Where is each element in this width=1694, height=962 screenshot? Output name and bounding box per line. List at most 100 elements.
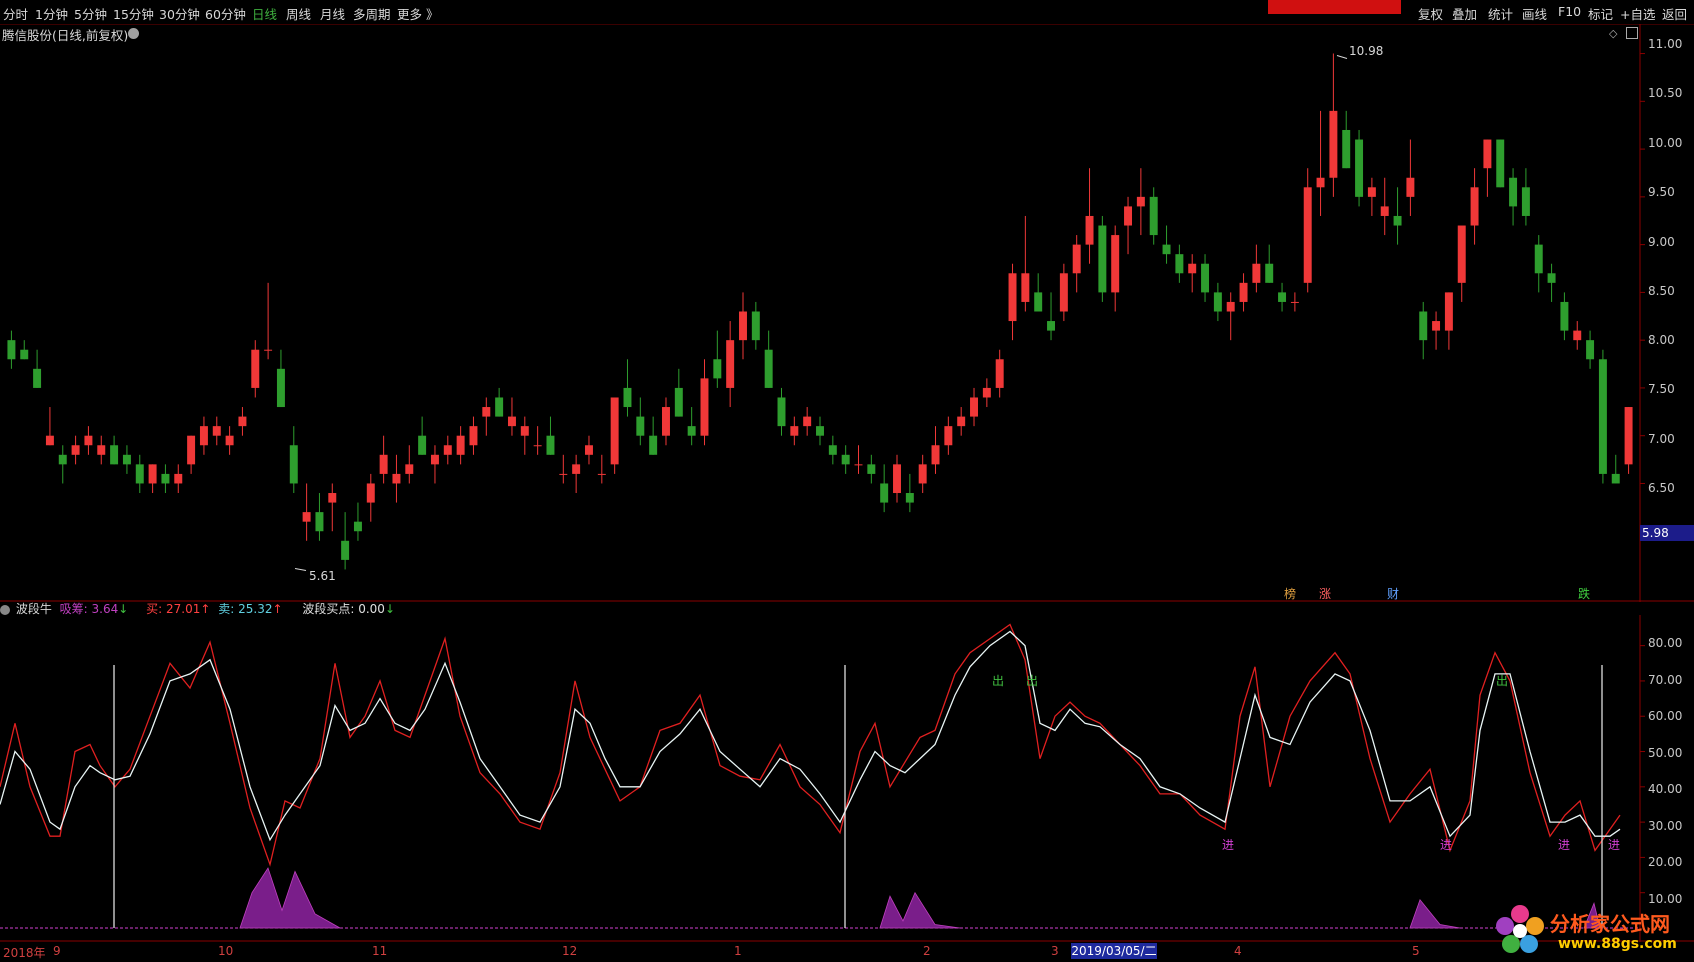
period-tab-60min[interactable]: 60分钟 [205,4,246,23]
candle-body [893,464,901,494]
sell-signal-label: 出 [1026,674,1039,688]
candle-body [1560,301,1569,331]
chip-accumulation-area [1409,898,1461,929]
candle-body [1213,292,1222,312]
period-tab-monthly[interactable]: 月线 [320,4,345,23]
restore-rights-button[interactable]: 复权 [1418,4,1443,23]
candle-body [405,464,414,474]
event-tag-rise[interactable]: 涨 [1319,585,1331,602]
candle [982,378,991,408]
candle [533,426,542,455]
candle-body [636,416,645,436]
date-label: 10 [218,944,234,958]
candle-body [739,311,747,341]
candle-body [816,426,824,436]
candle [1329,53,1338,197]
statistics-button[interactable]: 统计 [1488,4,1513,23]
candle [636,397,645,446]
candle [97,435,106,465]
candle-body [212,426,221,436]
candle-body [495,397,504,417]
period-tab-more[interactable]: 更多 》 [397,4,438,23]
candle-body [905,493,914,503]
candle-body [841,454,850,465]
candle [33,349,42,388]
period-tab-daily[interactable]: 日线 [252,4,277,23]
draw-line-button[interactable]: 画线 [1522,4,1547,23]
candle [1213,282,1222,322]
indicator-tick: 50.00 [1648,746,1683,760]
candle [584,435,593,465]
sell-signal-label: 出 [992,674,1005,688]
candle [1342,110,1351,169]
indicator-collapse-icon[interactable] [0,604,10,615]
site-logo: 分析家公式网 www.88gs.com [1492,902,1692,960]
candle-body [379,454,388,474]
candle-body [931,445,940,465]
add-watchlist-button[interactable]: +自选 [1620,4,1655,23]
buy-signal-label: 进 [1608,838,1621,852]
period-tab-15min[interactable]: 15分钟 [113,4,154,23]
candle [1393,187,1402,245]
candle-body [199,426,208,446]
period-tab-multi[interactable]: 多周期 [353,4,391,23]
candle-body [97,445,106,455]
sell-value: 卖: 25.32 [218,602,273,616]
buy-signal-label: 进 [1222,838,1235,852]
candle [1047,292,1056,341]
candle-body [341,540,350,560]
f10-button[interactable]: F10 [1558,4,1581,19]
candle-body [803,416,812,427]
wave-indicator-chart[interactable] [0,615,1694,942]
candle [507,397,516,436]
candle-body [777,397,786,427]
candle-body [726,340,735,388]
candle-body [1509,177,1518,207]
candle [495,387,504,417]
candle [20,340,29,360]
candle-body [507,416,516,427]
candle-body [790,426,799,436]
back-button[interactable]: 返回 [1662,4,1687,23]
candle [572,454,581,494]
candle [135,454,144,494]
candle-body [1342,129,1351,169]
event-tag-finance[interactable]: 财 [1387,585,1399,602]
candle [559,454,568,484]
candle [1367,177,1376,216]
period-tab-timeshare[interactable]: 分时 [3,4,28,23]
event-tag-fall[interactable]: 跌 [1578,585,1590,602]
low-marker [294,567,307,571]
overlay-button[interactable]: 叠加 [1452,4,1477,23]
mark-button[interactable]: 标记 [1588,4,1613,23]
candle-body [1278,292,1287,302]
candlestick-chart[interactable] [0,24,1694,602]
candle [1021,215,1030,312]
candle-body [623,387,632,408]
candle-body [1098,225,1107,293]
candle [1534,235,1543,293]
candle-body [1380,206,1389,216]
candle-body [1290,301,1299,303]
candle [199,416,208,455]
period-tab-30min[interactable]: 30分钟 [159,4,200,23]
candle [1136,168,1145,236]
candle-body [161,473,170,484]
period-tab-weekly[interactable]: 周线 [286,4,311,23]
candle [700,359,709,446]
candle-body [828,445,837,455]
candle [1278,282,1287,312]
period-tab-1min[interactable]: 1分钟 [35,4,68,23]
candle-body [584,445,593,455]
date-label: 3 [1051,944,1059,958]
price-tick: 8.50 [1648,284,1675,298]
candle [1149,187,1158,245]
candle-body [187,435,196,465]
indicator-tick: 80.00 [1648,636,1683,650]
candle-body [443,445,452,455]
event-tag-rank[interactable]: 榜 [1284,585,1296,602]
period-tab-5min[interactable]: 5分钟 [74,4,107,23]
chip-arrow-icon: ↓ [118,602,129,616]
candle [1624,407,1633,474]
candle [649,416,658,455]
